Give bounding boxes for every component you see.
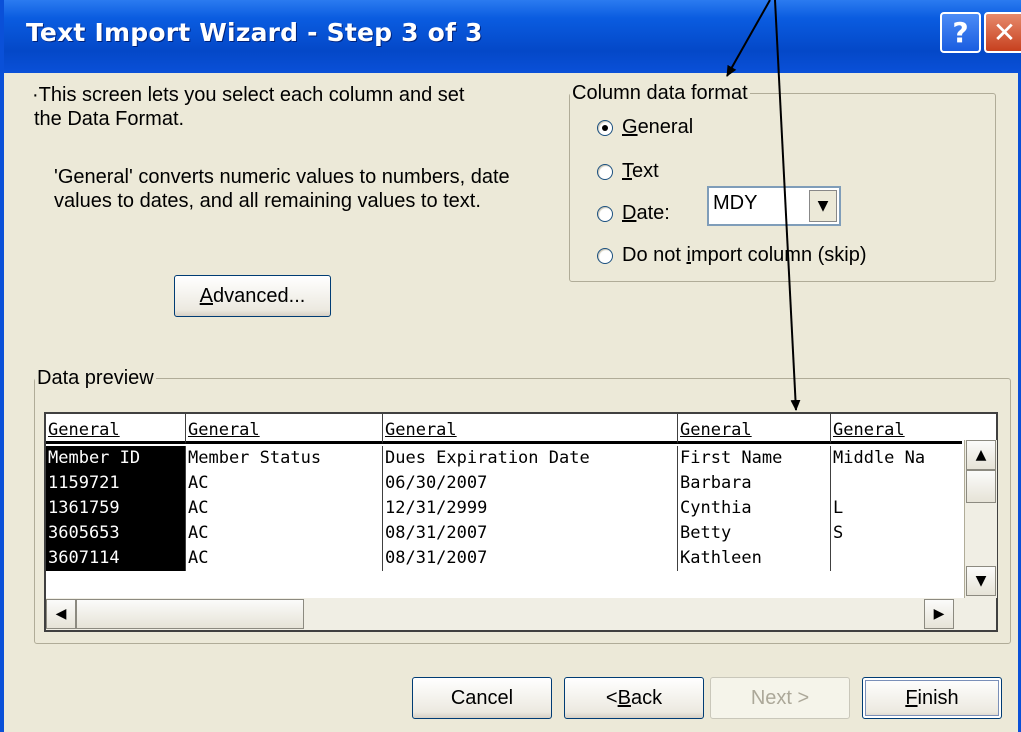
vertical-scrollbar[interactable]: ▲ ▼ (964, 440, 997, 598)
table-row: 3605653 AC 08/31/2007 Betty S (46, 521, 966, 546)
table-cell[interactable]: Middle Na (831, 446, 962, 471)
table-cell[interactable]: 06/30/2007 (383, 471, 678, 496)
table-cell[interactable]: Member Status (186, 446, 383, 471)
table-cell[interactable]: AC (186, 546, 383, 571)
radio-circle-text (597, 163, 613, 180)
radio-circle-skip (597, 247, 613, 264)
table-cell[interactable]: 08/31/2007 (383, 546, 678, 571)
back-button[interactable]: < Back (564, 677, 704, 719)
column-format-header-row: General General General General General (46, 414, 996, 444)
scroll-left-button[interactable]: ◀ (46, 599, 76, 629)
radio-skip-label: Do not import column (skip) (622, 244, 867, 266)
table-row: Member ID Member Status Dues Expiration … (46, 446, 966, 471)
scroll-right-button[interactable]: ▶ (924, 599, 954, 629)
table-cell[interactable]: 08/31/2007 (383, 521, 678, 546)
table-cell[interactable]: AC (186, 521, 383, 546)
table-cell[interactable] (831, 471, 962, 496)
column-data-format-legend: Column data format (572, 82, 748, 104)
next-button[interactable]: Next > (710, 677, 850, 719)
horizontal-scrollbar[interactable]: ◀ ▶ (46, 598, 996, 630)
table-cell[interactable]: 3605653 (46, 521, 186, 546)
close-button[interactable]: ✕ (984, 12, 1021, 53)
help-button[interactable]: ? (940, 12, 981, 53)
table-row: 3607114 AC 08/31/2007 Kathleen (46, 546, 966, 571)
horizontal-scroll-thumb[interactable] (76, 599, 304, 629)
table-cell[interactable]: Kathleen (678, 546, 831, 571)
column-format-header[interactable]: General (831, 414, 962, 444)
chevron-down-icon[interactable]: ▼ (809, 190, 837, 222)
intro-line-1: ·This screen lets you select each column… (32, 84, 465, 106)
radio-date[interactable]: Date: (597, 202, 670, 225)
radio-date-label: Date: (622, 202, 670, 224)
scroll-down-button[interactable]: ▼ (966, 566, 996, 596)
radio-general[interactable]: General (597, 116, 693, 139)
table-cell[interactable]: S (831, 521, 962, 546)
radio-skip[interactable]: Do not import column (skip) (597, 244, 867, 267)
table-cell[interactable]: AC (186, 471, 383, 496)
table-cell[interactable]: Barbara (678, 471, 831, 496)
radio-text[interactable]: Text (597, 160, 659, 183)
table-cell[interactable]: Dues Expiration Date (383, 446, 678, 471)
advanced-button[interactable]: Advanced... (174, 275, 331, 317)
column-format-header[interactable]: General (678, 414, 831, 444)
finish-button[interactable]: Finish (862, 677, 1002, 719)
general-description-1: 'General' converts numeric values to num… (54, 166, 510, 188)
window-title: Text Import Wizard - Step 3 of 3 (26, 18, 483, 47)
radio-general-label: General (622, 116, 694, 138)
radio-selected-dot (602, 124, 608, 131)
column-format-header[interactable]: General (46, 414, 186, 444)
table-cell[interactable]: Cynthia (678, 496, 831, 521)
vertical-scroll-thumb[interactable] (966, 470, 996, 503)
intro-line-2: the Data Format. (34, 108, 185, 130)
general-description-2: values to dates, and all remaining value… (54, 190, 481, 212)
table-cell[interactable]: 3607114 (46, 546, 186, 571)
table-row: 1159721 AC 06/30/2007 Barbara (46, 471, 966, 496)
column-format-header[interactable]: General (383, 414, 678, 444)
table-cell[interactable]: AC (186, 496, 383, 521)
scroll-up-button[interactable]: ▲ (966, 440, 996, 470)
dialog-window: Text Import Wizard - Step 3 of 3 ? ✕ ·Th… (0, 0, 1021, 732)
table-cell[interactable]: First Name (678, 446, 831, 471)
table-cell[interactable]: Member ID (46, 446, 186, 471)
table-cell[interactable]: 1361759 (46, 496, 186, 521)
date-format-value: MDY (713, 192, 758, 214)
radio-circle-date (597, 205, 613, 222)
table-cell[interactable]: Betty (678, 521, 831, 546)
radio-text-label: Text (622, 160, 659, 182)
table-row: 1361759 AC 12/31/2999 Cynthia L (46, 496, 966, 521)
table-cell[interactable] (831, 546, 962, 571)
radio-circle-general (597, 119, 613, 136)
table-cell[interactable]: 1159721 (46, 471, 186, 496)
data-preview-legend: Data preview (37, 367, 154, 389)
table-cell[interactable]: L (831, 496, 962, 521)
title-bar[interactable]: Text Import Wizard - Step 3 of 3 ? ✕ (4, 0, 1021, 73)
table-cell[interactable]: 12/31/2999 (383, 496, 678, 521)
column-format-header[interactable]: General (186, 414, 383, 444)
date-format-select[interactable]: MDY ▼ (707, 186, 841, 226)
cancel-button[interactable]: Cancel (412, 677, 552, 719)
